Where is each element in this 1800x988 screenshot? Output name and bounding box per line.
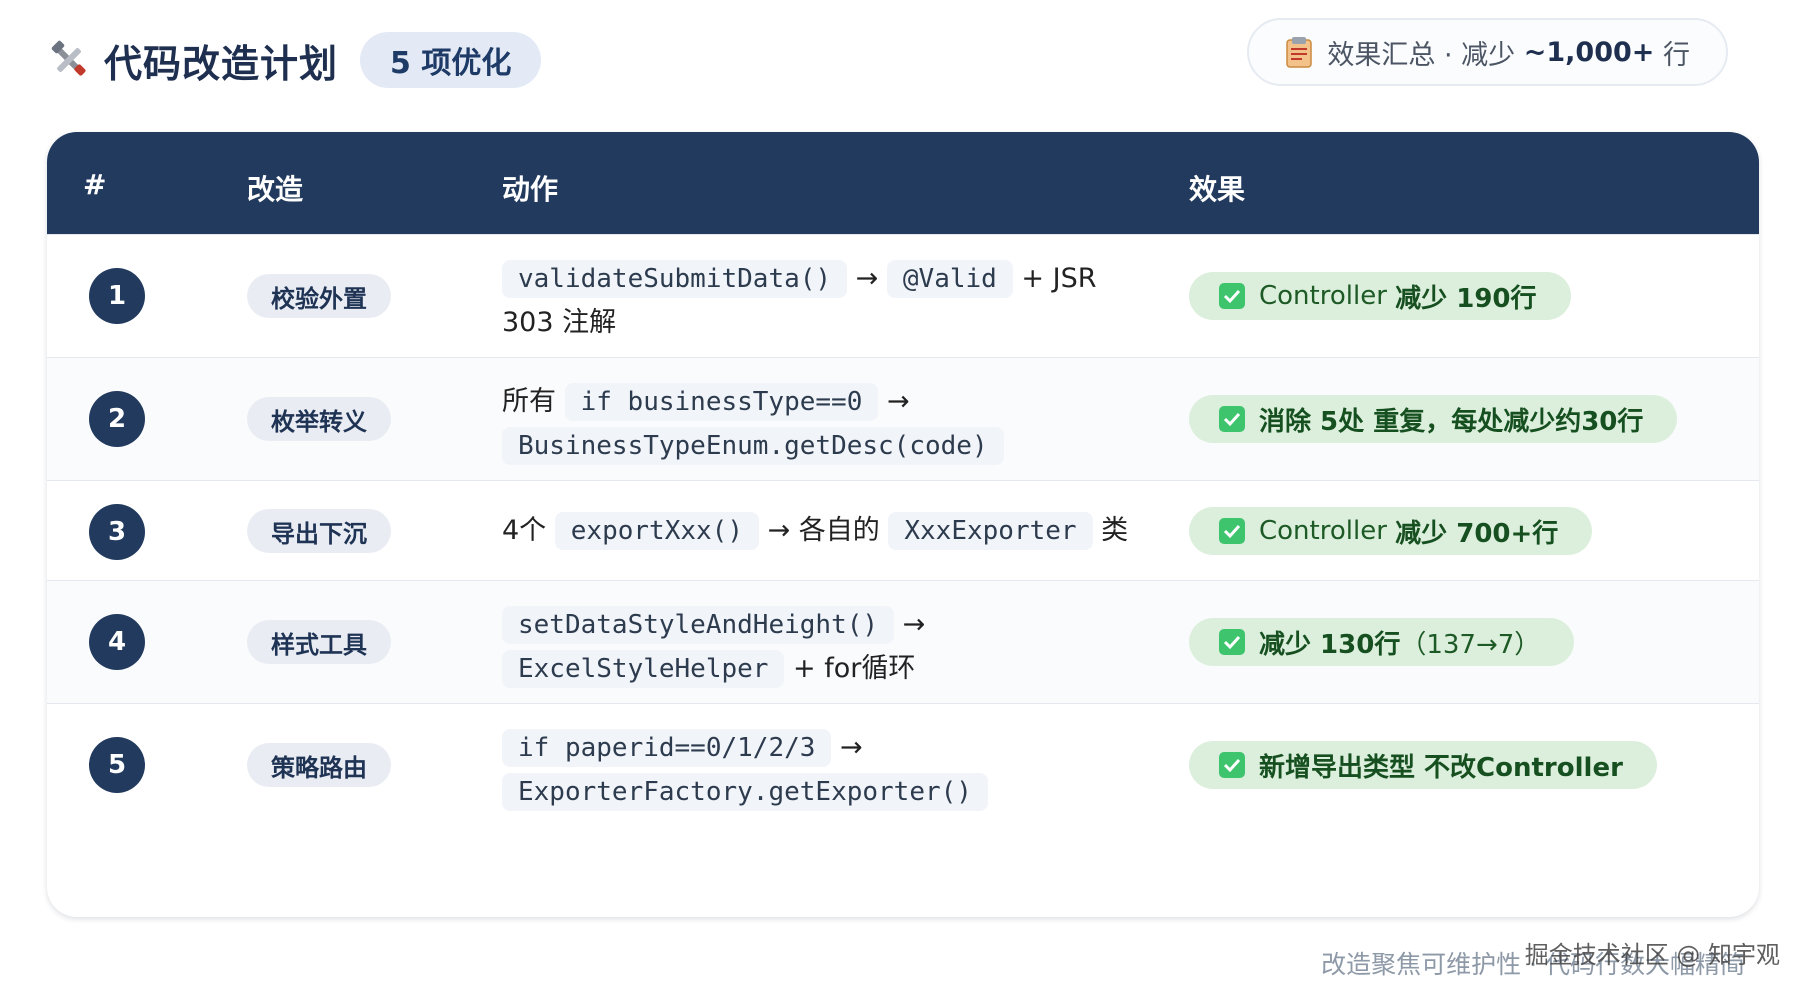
row-tag: 导出下沉 [247,509,391,553]
effect-text: Controller [1259,281,1387,311]
effect-text: Controller [1259,516,1387,546]
arrow: → [840,732,863,763]
effect-text: 减少 190行 [1395,283,1537,314]
check-icon [1219,752,1245,778]
summary-prefix: 效果汇总 · 减少 [1327,39,1516,71]
code-snippet: ExcelStyleHelper [502,650,785,688]
check-icon [1219,629,1245,655]
table-header: # 改造 动作 效果 [47,132,1759,234]
check-icon [1219,283,1245,309]
summary-value: ~1,000+ [1523,36,1655,68]
row-number: 2 [89,391,145,447]
summary-pill: 效果汇总 · 减少 ~1,000+ 行 [1247,18,1728,86]
clipboard-icon [1286,37,1313,68]
effect-text: （137→7） [1400,629,1541,660]
effect-badge: 消除 5处 重复，每处减少约30行 [1189,395,1678,443]
effect-badge: Controller 减少 190行 [1189,272,1571,320]
row-tag: 校验外置 [247,274,391,318]
summary-suffix: 行 [1663,39,1690,71]
col-action: 动作 [502,173,559,206]
code-snippet: @Valid [886,260,1013,298]
page-header: 代码改造计划 5 项优化 [48,30,542,90]
col-effect: 效果 [1189,173,1246,206]
table-row: 3 导出下沉 4个 exportXxx() → 各自的 XxxExporter … [47,480,1759,581]
row-number: 1 [89,268,145,324]
code-snippet: if businessType==0 [564,383,879,421]
action-text: 4个 [502,515,547,546]
check-icon [1219,518,1245,544]
effect-text: 减少 130行 [1259,629,1401,660]
row-number: 4 [89,614,145,670]
effect-text: 新增导出类型 不改Controller [1259,752,1623,783]
watermark: 掘金技术社区 @ 知宇观 [1524,941,1780,969]
code-snippet: BusinessTypeEnum.getDesc(code) [502,427,1004,465]
table-row: 4 样式工具 setDataStyleAndHeight() → ExcelSt… [47,580,1759,704]
row-action: setDataStyleAndHeight() → ExcelStyleHelp… [502,603,1142,691]
row-action: validateSubmitData() → @Valid + JSR 303 … [502,257,1142,344]
action-text: + JSR [1021,263,1097,294]
action-text: 所有 [502,386,556,417]
effect-badge: 减少 130行 （137→7） [1189,618,1575,666]
action-text: → 各自的 [767,515,880,546]
action-text: 303 注解 [502,307,617,338]
code-snippet: if paperid==0/1/2/3 [502,729,832,767]
code-snippet: exportXxx() [554,512,759,550]
table-row: 2 枚举转义 所有 if businessType==0 → BusinessT… [47,357,1759,481]
arrow: → [855,263,879,294]
row-number: 5 [89,737,145,793]
col-change: 改造 [247,173,304,206]
row-action: if paperid==0/1/2/3 → ExporterFactory.ge… [502,726,1142,814]
action-text: + for循环 [793,653,916,684]
row-action: 所有 if businessType==0 → BusinessTypeEnum… [502,380,1142,468]
code-snippet: setDataStyleAndHeight() [502,606,895,644]
count-badge: 5 项优化 [360,32,542,88]
code-snippet: XxxExporter [888,512,1093,550]
row-tag: 样式工具 [247,620,391,664]
plan-table: # 改造 动作 效果 1 校验外置 validateSubmitData() →… [47,132,1759,917]
row-action: 4个 exportXxx() → 各自的 XxxExporter 类 [502,509,1142,553]
code-snippet: validateSubmitData() [502,260,848,298]
effect-badge: 新增导出类型 不改Controller [1189,741,1657,789]
row-number: 3 [89,504,145,560]
col-index: # [83,168,107,201]
row-tag: 枚举转义 [247,397,391,441]
row-tag: 策略路由 [247,743,391,787]
check-icon [1219,406,1245,432]
page-title: 代码改造计划 [104,41,339,86]
arrow: → [886,386,910,417]
effect-badge: Controller 减少 700+行 [1189,507,1593,555]
effect-text: 减少 700+行 [1395,518,1559,549]
tools-icon [51,40,86,76]
table-row: 5 策略路由 if paperid==0/1/2/3 → ExporterFac… [47,703,1759,827]
table-row: 1 校验外置 validateSubmitData() → @Valid + J… [47,234,1759,358]
arrow: → [902,609,926,640]
code-snippet: ExporterFactory.getExporter() [502,773,988,811]
effect-text: 消除 5处 重复，每处减少约30行 [1259,406,1644,437]
action-text: 类 [1101,515,1129,546]
